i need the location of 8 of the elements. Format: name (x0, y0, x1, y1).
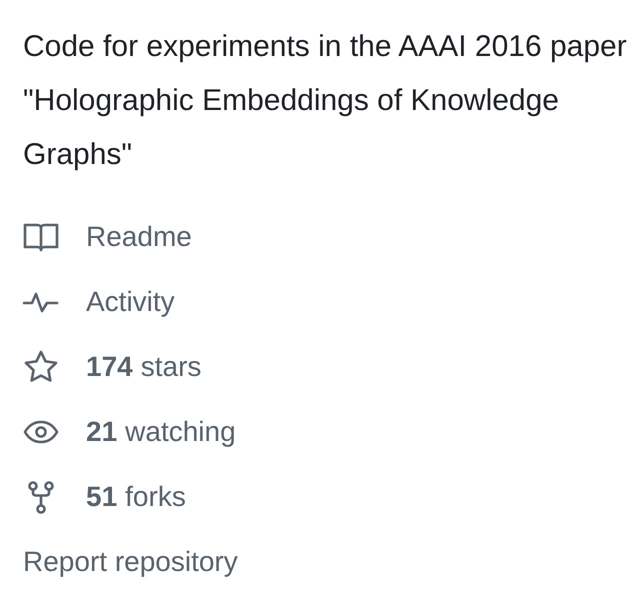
readme-link[interactable]: Readme (23, 204, 192, 269)
star-icon (23, 348, 59, 384)
activity-link[interactable]: Activity (23, 269, 175, 334)
forks-link[interactable]: 51 forks (23, 464, 186, 529)
repository-description: Code for experiments in the AAAI 2016 paper "Holographic Embeddings of Knowledge Graphs" (23, 29, 628, 173)
report-repository-link[interactable]: Report repository (23, 529, 238, 594)
watching-link[interactable]: 21 watching (23, 399, 236, 464)
stars-link[interactable]: 174 stars (23, 334, 202, 399)
